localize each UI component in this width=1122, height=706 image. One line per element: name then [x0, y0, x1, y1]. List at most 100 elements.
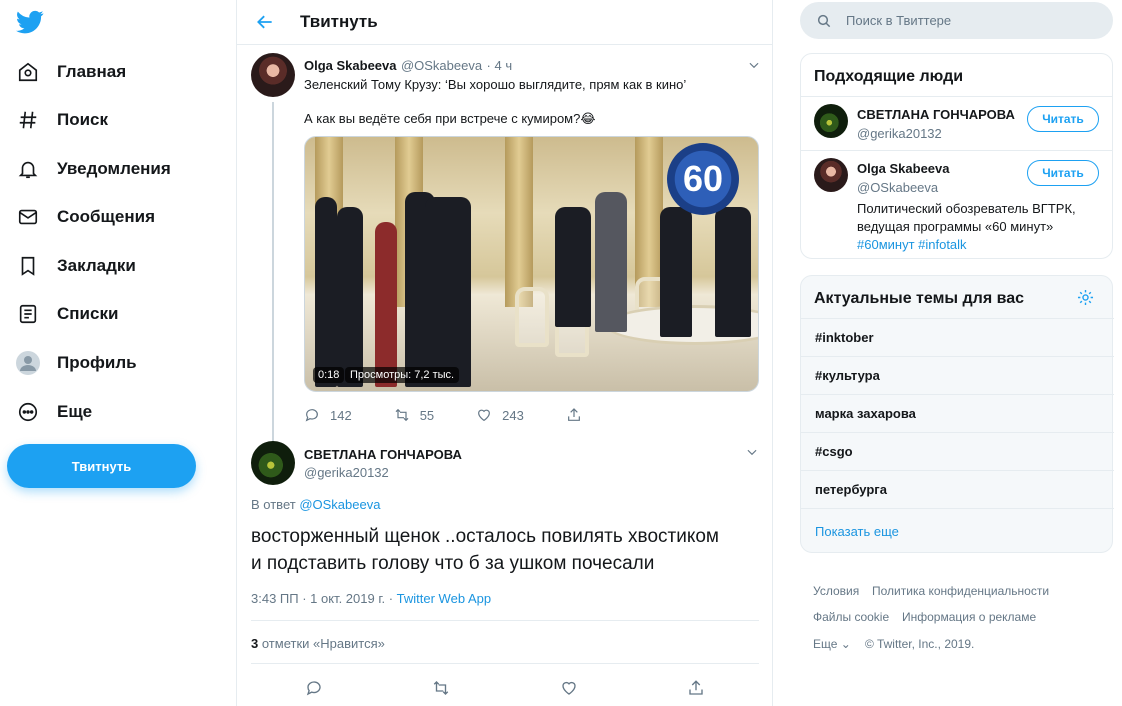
- left-nav: Главная Поиск Уведомления Сообщения Закл…: [0, 0, 236, 706]
- nav-more[interactable]: Еще: [16, 392, 92, 432]
- retweet-icon: [395, 408, 409, 422]
- follow-button[interactable]: Читать: [1027, 160, 1099, 186]
- avatar[interactable]: [814, 104, 848, 138]
- panel-title: Подходящие люди: [814, 68, 964, 85]
- divider: [801, 150, 1112, 151]
- search-bar[interactable]: [800, 2, 1113, 39]
- likes-summary[interactable]: 3 отметки «Нравится»: [251, 636, 385, 651]
- trend-item[interactable]: петербурга: [801, 470, 1114, 508]
- nav-profile[interactable]: Профиль: [16, 343, 137, 383]
- share-button[interactable]: [566, 407, 582, 423]
- like-count: 243: [502, 407, 524, 423]
- thread-line: [272, 102, 274, 472]
- divider: [251, 663, 759, 664]
- like-button[interactable]: [560, 679, 578, 697]
- nav-label-bookmarks: Закладки: [57, 256, 136, 275]
- video-frame-detail: [555, 207, 591, 327]
- bell-icon: [16, 157, 40, 181]
- trend-item[interactable]: марка захарова: [801, 394, 1114, 432]
- nav-messages[interactable]: Сообщения: [16, 197, 155, 237]
- footer-link-terms[interactable]: Условия: [813, 584, 859, 598]
- nav-home[interactable]: Главная: [16, 52, 126, 92]
- reply-meta: 3:43 ПП · 1 окт. 2019 г. · Twitter Web A…: [251, 591, 491, 606]
- nav-label-lists: Списки: [57, 304, 119, 323]
- in-reply-prefix: В ответ: [251, 497, 296, 512]
- suggestion-handle[interactable]: @gerika20132: [857, 126, 942, 141]
- share-icon: [567, 408, 580, 421]
- footer-link-privacy[interactable]: Политика конфиденциальности: [872, 584, 1049, 598]
- search-input[interactable]: [846, 13, 1086, 28]
- author-name[interactable]: Olga Skabeeva: [304, 58, 397, 73]
- trend-item[interactable]: #csgo: [801, 432, 1114, 470]
- tweet-text-line1: Зеленский Тому Крузу: ‘Вы хорошо выгляди…: [304, 77, 687, 92]
- share-button[interactable]: [687, 679, 705, 697]
- nav-label-notifications: Уведомления: [57, 159, 171, 178]
- reply-icon: [305, 409, 318, 422]
- author-handle[interactable]: @OSkabeeva: [401, 58, 482, 73]
- nav-bookmarks[interactable]: Закладки: [16, 246, 136, 286]
- in-reply-handle-link[interactable]: @OSkabeeva: [299, 497, 380, 512]
- reply-author-handle[interactable]: @gerika20132: [304, 465, 389, 480]
- main-column: Твитнуть Olga Skabeeva @OSkabeeva · 4 ч …: [236, 0, 773, 706]
- reply-text-line2: и подставить голову что б за ушком почес…: [251, 553, 655, 574]
- suggestion-name[interactable]: СВЕТЛАНА ГОНЧАРОВА: [857, 107, 1015, 122]
- share-icon: [689, 680, 703, 695]
- compose-tweet-button[interactable]: Твитнуть: [7, 444, 196, 488]
- chevron-down-icon[interactable]: [745, 445, 759, 459]
- nav-notifications[interactable]: Уведомления: [16, 149, 171, 189]
- reply-count: 142: [330, 407, 352, 423]
- tweet-time[interactable]: · 4 ч: [487, 58, 513, 73]
- gear-icon[interactable]: [1076, 288, 1095, 307]
- back-arrow-icon[interactable]: [255, 12, 275, 32]
- footer-link-ads-info[interactable]: Информация о рекламе: [902, 610, 1036, 624]
- footer-more-button[interactable]: Еще ⌄: [813, 637, 851, 651]
- video-frame-detail: [715, 207, 751, 337]
- reply-source-link[interactable]: Twitter Web App: [397, 591, 491, 606]
- video-frame-detail: [375, 222, 397, 387]
- twitter-logo-icon[interactable]: [16, 8, 44, 36]
- avatar[interactable]: [251, 441, 295, 485]
- video-player[interactable]: 60 0:18 Просмотры: 7,2 тыс.: [304, 136, 759, 392]
- follow-button[interactable]: Читать: [1027, 106, 1099, 132]
- video-frame-detail: [595, 192, 627, 332]
- search-icon: [817, 14, 831, 27]
- nav-label-messages: Сообщения: [57, 207, 155, 226]
- in-reply-to: В ответ @OSkabeeva: [251, 497, 380, 512]
- suggestion-name[interactable]: Olga Skabeeva: [857, 161, 950, 176]
- video-views: Просмотры: 7,2 тыс.: [345, 367, 460, 383]
- nav-explore[interactable]: Поиск: [16, 100, 108, 140]
- nav-label-explore: Поиск: [57, 110, 109, 129]
- reply-button[interactable]: 142: [304, 407, 352, 423]
- tweet-text-line2: А как вы ведёте себя при встрече с кумир…: [304, 111, 596, 126]
- list-icon: [16, 302, 40, 326]
- video-duration: 0:18: [313, 367, 345, 383]
- like-button[interactable]: 243: [476, 407, 524, 423]
- nav-lists[interactable]: Списки: [16, 294, 118, 334]
- reply-timestamp[interactable]: 3:43 ПП · 1 окт. 2019 г. ·: [251, 591, 397, 606]
- footer-link-cookies[interactable]: Файлы cookie: [813, 610, 889, 624]
- suggestion-handle[interactable]: @OSkabeeva: [857, 180, 938, 195]
- mail-icon: [16, 205, 40, 229]
- retweet-button[interactable]: 55: [394, 407, 434, 423]
- likes-summary-count: 3: [251, 636, 259, 651]
- avatar-icon: [16, 351, 40, 375]
- who-to-follow-panel: Подходящие люди СВЕТЛАНА ГОНЧАРОВА @geri…: [800, 53, 1113, 259]
- video-frame-detail: [515, 287, 549, 347]
- retweet-button[interactable]: [432, 679, 450, 697]
- tweet-header: Olga Skabeeva @OSkabeeva · 4 ч: [304, 57, 512, 75]
- avatar[interactable]: [814, 158, 848, 192]
- reply-actions: [305, 679, 705, 697]
- reply-button[interactable]: [305, 679, 323, 697]
- suggestion-bio-line1: Политический обозреватель ВГТРК,: [857, 201, 1076, 216]
- suggestion-hashtags[interactable]: #60минут #infotalk: [857, 237, 967, 252]
- retweet-icon: [434, 681, 449, 695]
- video-frame-detail: [315, 197, 337, 387]
- reply-author-name[interactable]: СВЕТЛАНА ГОНЧАРОВА: [304, 447, 462, 462]
- show-more-link[interactable]: Показать еще: [801, 508, 1114, 553]
- chevron-down-icon[interactable]: [747, 58, 761, 72]
- avatar[interactable]: [251, 53, 295, 97]
- hashtag-icon: [16, 108, 40, 132]
- trend-item[interactable]: #культура: [801, 356, 1114, 394]
- divider: [251, 620, 759, 621]
- trend-item[interactable]: #inktober: [801, 318, 1114, 356]
